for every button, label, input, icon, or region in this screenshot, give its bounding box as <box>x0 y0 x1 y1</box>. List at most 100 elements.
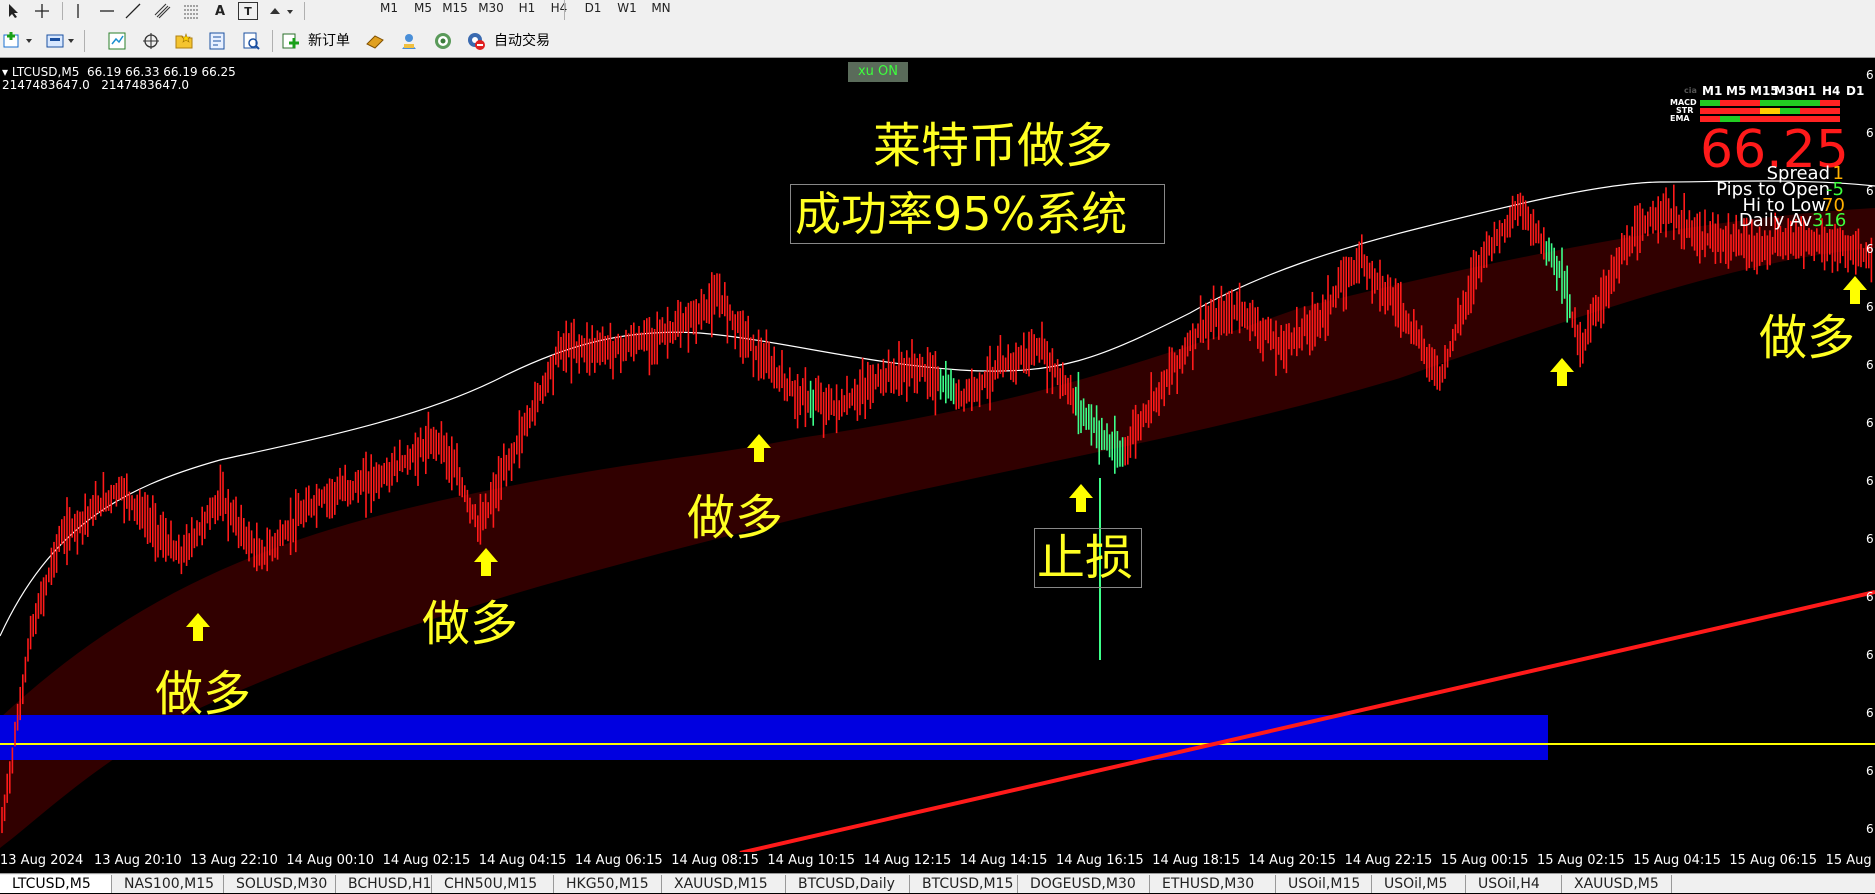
text-label-tool-icon[interactable]: T <box>238 2 258 20</box>
chart-tab[interactable]: ETHUSD,M30 <box>1150 875 1276 893</box>
time-axis-label: 13 Aug 20:10 <box>94 853 182 868</box>
chart-tab[interactable]: LTCUSD,M5 <box>0 875 112 893</box>
dashboard-corner-label: cia <box>1684 86 1697 95</box>
dashboard-cell <box>1820 100 1840 106</box>
price-scale-tick: 6 <box>1866 126 1874 140</box>
time-axis-label: 15 Aug 06:15 <box>1729 853 1818 868</box>
chart-tab[interactable]: XAUUSD,M5 <box>1562 875 1672 893</box>
toolbar-separator <box>62 2 63 20</box>
time-axis-label: 14 Aug 00:10 <box>286 853 375 868</box>
chart-tab[interactable]: HKG50,M15 <box>554 875 662 893</box>
dashboard-tf-h1: H1 <box>1798 84 1817 98</box>
trendline-icon[interactable] <box>122 2 144 20</box>
chart-tab[interactable]: XAUUSD,M15 <box>662 875 786 893</box>
dashboard-cell <box>1780 108 1800 114</box>
toolbar-separator <box>304 2 305 20</box>
long-label-1: 做多 <box>155 666 252 722</box>
timeframe-h1-button[interactable]: H1 <box>512 0 542 16</box>
autotrading-button[interactable]: 自动交易 <box>466 28 566 54</box>
dashboard-cell <box>1820 108 1840 114</box>
time-axis-label: 14 Aug 22:15 <box>1344 853 1433 868</box>
new-order-icon <box>282 32 300 50</box>
title-line-1: 莱特币做多 <box>873 118 1114 174</box>
chart-tab[interactable]: USOil,M5 <box>1372 875 1466 893</box>
timeframe-d1-button[interactable]: D1 <box>578 0 608 16</box>
fibonacci-icon[interactable] <box>180 2 202 20</box>
chart-tab[interactable]: USOil,M15 <box>1276 875 1372 893</box>
dashboard-cell <box>1720 100 1740 106</box>
timeframe-m30-button[interactable]: M30 <box>476 0 506 16</box>
chart-tab[interactable]: NAS100,M15 <box>112 875 224 893</box>
dashboard-cell <box>1740 108 1760 114</box>
chart-tab[interactable]: BTCUSD,Daily <box>786 875 910 893</box>
text-tool-icon[interactable]: A <box>210 1 230 21</box>
metaeditor-icon[interactable] <box>364 30 386 52</box>
chart-tab[interactable]: SOLUSD,M30 <box>224 875 336 893</box>
timeframe-m1-button[interactable]: M1 <box>374 0 404 16</box>
chart-tabs: LTCUSD,M5 NAS100,M15 SOLUSD,M30 BCHUSD,H1 CH… <box>0 873 1875 893</box>
price-scale-tick: 6 <box>1866 706 1874 720</box>
price-scale-tick: 6 <box>1866 532 1874 546</box>
daily-av-label: Daily Av <box>1738 210 1812 231</box>
dashboard-cell <box>1800 108 1820 114</box>
new-chart-icon[interactable] <box>2 30 36 52</box>
price-scale-tick: 6 <box>1866 300 1874 314</box>
buy-arrow-icon <box>1550 358 1574 386</box>
dashboard-cell <box>1760 100 1780 106</box>
terminal-icon[interactable] <box>206 30 228 52</box>
timeframe-mn-button[interactable]: MN <box>646 0 676 16</box>
chart-tab[interactable]: USOil,H4 <box>1466 875 1562 893</box>
candlestick-chart[interactable] <box>0 58 1875 853</box>
timeframe-m15-button[interactable]: M15 <box>440 0 470 16</box>
time-axis-label: 13 Aug 22:10 <box>190 853 278 868</box>
chart-tab[interactable]: BCHUSD,H1 <box>336 875 432 893</box>
dashboard-cell <box>1780 100 1800 106</box>
time-axis-label: 15 Aug 04:15 <box>1633 853 1721 868</box>
price-scale-tick: 6 <box>1866 590 1874 604</box>
buy-arrow-icon <box>1069 484 1093 512</box>
chart-tab[interactable]: BTCUSD,M15 <box>910 875 1018 893</box>
market-watch-icon[interactable] <box>106 30 128 52</box>
price-scale-tick: 6 <box>1866 474 1874 488</box>
new-order-label: 新订单 <box>308 33 350 49</box>
autotrading-label: 自动交易 <box>494 33 550 49</box>
arrows-dropdown-icon[interactable] <box>266 2 296 20</box>
symbol-arrow-icon: ▾ <box>2 65 12 79</box>
long-label-3: 做多 <box>687 490 784 546</box>
dashboard-tf-h4: H4 <box>1822 84 1841 98</box>
dashboard-tf-m5: M5 <box>1726 84 1747 98</box>
profiles-icon[interactable] <box>44 30 78 52</box>
signals-icon[interactable] <box>398 30 420 52</box>
main-toolbar: 新订单 自动交易 <box>0 24 1875 58</box>
cursor-icon[interactable] <box>4 2 24 20</box>
time-axis-label: 14 Aug 18:15 <box>1152 853 1240 868</box>
xu-on-button[interactable]: xu ON <box>848 62 908 82</box>
daily-av-row: Daily Av <box>1680 212 1812 230</box>
dashboard-cell <box>1700 108 1720 114</box>
time-axis-label: 15 Aug 02:15 <box>1537 853 1625 868</box>
title-line-2: 成功率95%系统 <box>790 184 1165 244</box>
market-icon[interactable] <box>432 30 454 52</box>
channel-icon[interactable] <box>152 2 174 20</box>
timeframe-m5-button[interactable]: M5 <box>408 0 438 16</box>
strategy-tester-icon[interactable] <box>240 30 262 52</box>
toolbar-separator <box>272 30 273 52</box>
horizontal-line-icon[interactable] <box>96 2 118 20</box>
time-axis-label: 14 Aug 16:15 <box>1056 853 1144 868</box>
long-label-4: 做多 <box>1759 310 1856 366</box>
timeframe-w1-button[interactable]: W1 <box>612 0 642 16</box>
navigator-icon[interactable] <box>172 30 196 52</box>
timeframe-h4-button[interactable]: H4 <box>544 0 574 16</box>
vertical-line-icon[interactable] <box>68 2 88 20</box>
time-axis-label: 15 Aug 0 <box>1825 853 1875 868</box>
dashboard-cell <box>1720 108 1740 114</box>
time-axis-label: 13 Aug 2024 <box>0 853 84 868</box>
data-window-icon[interactable] <box>140 30 162 52</box>
time-axis-label: 14 Aug 06:15 <box>575 853 663 868</box>
daily-av-value: 316 <box>1812 210 1847 231</box>
chart-tab[interactable]: CHN50U,M15 <box>432 875 554 893</box>
new-order-button[interactable]: 新订单 <box>278 28 356 54</box>
price-chart[interactable] <box>0 58 1875 853</box>
chart-tab[interactable]: DOGEUSD,M30 <box>1018 875 1150 893</box>
crosshair-icon[interactable] <box>32 2 52 20</box>
